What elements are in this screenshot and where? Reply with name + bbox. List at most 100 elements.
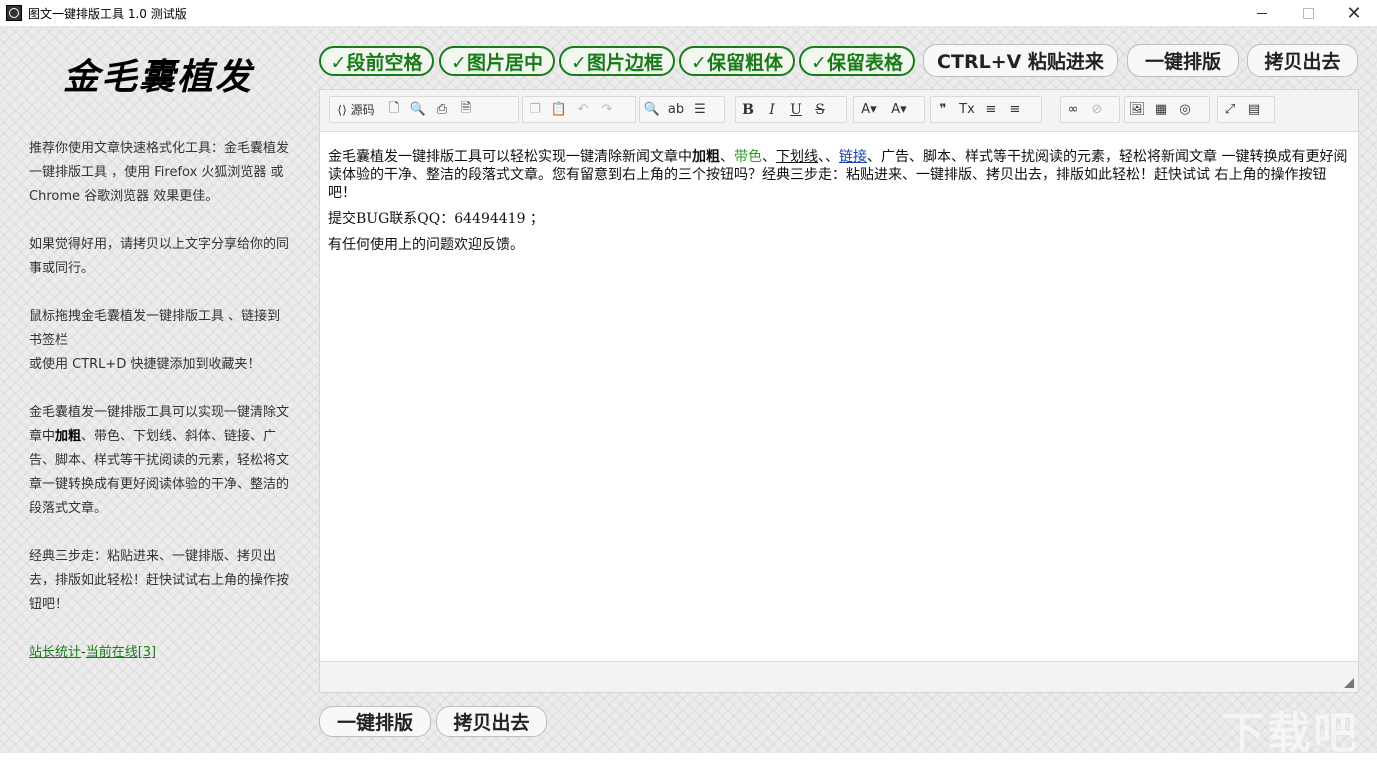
logo: 金毛囊植发 bbox=[62, 56, 253, 98]
unlink-icon: ⊘ bbox=[1091, 102, 1103, 117]
undo-icon: ↶ bbox=[577, 102, 589, 117]
quote-button[interactable]: ❞ bbox=[931, 97, 955, 122]
content-bold: 加粗 bbox=[692, 149, 720, 165]
select-all-button[interactable]: ☰ bbox=[688, 97, 712, 122]
sidebar-para-bookmark: 鼠标拖拽金毛囊植发一键排版工具 、链接到书签栏 或使用 CTRL+D 快捷键添加… bbox=[29, 305, 291, 377]
sidebar-para-recommend: 推荐你使用文章快速格式化工具：金毛囊植发一键排版工具 ，使用 Firefox 火… bbox=[29, 141, 290, 204]
content-paragraph-3: 有任何使用上的问题欢迎反馈。 bbox=[328, 237, 524, 253]
find-icon: 🔍 bbox=[643, 102, 661, 117]
source-label: 源码 bbox=[350, 103, 375, 117]
show-blocks-button[interactable]: ▤ bbox=[1242, 97, 1266, 122]
toolbar-group-insert: 🖼 ▦ ◎ bbox=[1124, 96, 1210, 123]
toolbar-group-style: B I U S bbox=[735, 96, 847, 123]
content-link[interactable]: 链接 bbox=[839, 149, 867, 165]
features-bold: 加粗 bbox=[55, 429, 82, 444]
underline-icon: U bbox=[790, 101, 802, 118]
redo-icon: ↷ bbox=[601, 102, 613, 117]
close-icon: ✕ bbox=[1346, 2, 1362, 24]
iframe-button[interactable]: ◎ bbox=[1173, 97, 1197, 122]
print-button[interactable]: ⎙ bbox=[430, 97, 454, 122]
content-green: 带色 bbox=[734, 149, 762, 165]
globe-icon: ◎ bbox=[1179, 102, 1191, 117]
show-blocks-icon: ▤ bbox=[1247, 102, 1261, 117]
toggle-center-image-button[interactable]: ✓图片居中 bbox=[439, 46, 555, 76]
toggle-keep-bold-button[interactable]: ✓保留粗体 bbox=[679, 46, 795, 76]
paste-button[interactable]: CTRL+V 粘贴进来 bbox=[923, 44, 1118, 77]
content-underline: 下划线 bbox=[776, 149, 818, 165]
toolbar-group-paragraph: ❞ Tx ≡ ≡ bbox=[930, 96, 1042, 123]
unlink-button[interactable]: ⊘ bbox=[1085, 97, 1109, 122]
minimize-icon bbox=[1257, 12, 1267, 14]
remove-format-icon: Tx bbox=[959, 102, 975, 117]
paste-tool-button[interactable]: 📋 bbox=[547, 97, 571, 122]
format-button[interactable]: 一键排版 bbox=[1127, 44, 1239, 77]
bg-color-button[interactable]: A▾ bbox=[884, 97, 914, 122]
toggle-indent-button[interactable]: ✓段前空格 bbox=[319, 46, 434, 76]
replace-button[interactable]: ab bbox=[664, 97, 688, 122]
source-icon: ⟨⟩ bbox=[337, 102, 347, 117]
copy-button[interactable]: ❐ bbox=[523, 97, 547, 122]
find-button[interactable]: 🔍 bbox=[640, 97, 664, 122]
remove-format-button[interactable]: Tx bbox=[955, 97, 979, 122]
replace-icon: ab bbox=[667, 102, 685, 117]
toolbar-group-clipboard: ❐ 📋 ↶ ↷ bbox=[522, 96, 636, 123]
stats-link[interactable]: 站长统计 bbox=[29, 645, 81, 660]
align-right-button[interactable]: ≡ bbox=[1003, 97, 1027, 122]
shortcut-text: 或使用 CTRL+D 快捷键添加到收藏夹！ bbox=[29, 357, 261, 372]
preview-button[interactable]: 🔍 bbox=[406, 97, 430, 122]
bottom-copy-out-button[interactable]: 拷贝出去 bbox=[436, 706, 547, 737]
resize-handle-icon[interactable] bbox=[1344, 678, 1354, 688]
redo-button[interactable]: ↷ bbox=[595, 97, 619, 122]
toggle-keep-table-button[interactable]: ✓保留表格 bbox=[799, 46, 915, 76]
new-document-button[interactable]: 🗋 bbox=[382, 97, 406, 122]
bold-button[interactable]: B bbox=[736, 97, 760, 122]
maximize-editor-icon: ⤢ bbox=[1224, 102, 1236, 117]
italic-button[interactable]: I bbox=[760, 97, 784, 122]
table-icon: ▦ bbox=[1154, 102, 1168, 117]
content-sep: 、、 bbox=[818, 149, 839, 165]
font-color-button[interactable]: A▾ bbox=[854, 97, 884, 122]
source-button[interactable]: ⟨⟩ 源码 bbox=[330, 97, 382, 122]
template-button[interactable]: 🗎 bbox=[454, 97, 478, 122]
strike-icon: S bbox=[815, 101, 825, 118]
underline-button[interactable]: U bbox=[784, 97, 808, 122]
align-left-icon: ≡ bbox=[985, 102, 997, 117]
content-sep: 、 bbox=[720, 149, 734, 165]
toolbar-group-find: 🔍 ab ☰ bbox=[639, 96, 725, 123]
watermark: 下载吧 bbox=[1221, 708, 1359, 759]
preview-icon: 🔍 bbox=[409, 102, 427, 117]
quote-icon: ❞ bbox=[939, 102, 947, 117]
maximize-button[interactable] bbox=[1285, 0, 1331, 26]
close-button[interactable]: ✕ bbox=[1331, 0, 1377, 26]
editor-content[interactable]: 金毛囊植发一键排版工具可以轻松实现一键清除新闻文章中加粗、带色、下划线、、链接、… bbox=[328, 148, 1348, 262]
sidebar-para-features: 金毛囊植发一键排版工具可以实现一键清除文章中加粗、带色、下划线、斜体、链接、广告… bbox=[29, 401, 291, 521]
toggle-image-border-button[interactable]: ✓图片边框 bbox=[559, 46, 675, 76]
bg-color-icon: A▾ bbox=[891, 102, 907, 117]
window-title: 图文一键排版工具 1.0 测试版 bbox=[28, 6, 187, 21]
sidebar-para-share: 如果觉得好用，请拷贝以上文字分享给你的同事或同行。 bbox=[29, 237, 290, 276]
content-sep: 、 bbox=[762, 149, 776, 165]
image-button[interactable]: 🖼 bbox=[1125, 97, 1149, 122]
editor: ⟨⟩ 源码 🗋 🔍 ⎙ 🗎 ❐ 📋 ↶ ↷ 🔍 ab ☰ B I U S A▾ … bbox=[319, 89, 1359, 693]
align-left-button[interactable]: ≡ bbox=[979, 97, 1003, 122]
strike-button[interactable]: S bbox=[808, 97, 832, 122]
table-button[interactable]: ▦ bbox=[1149, 97, 1173, 122]
italic-icon: I bbox=[769, 101, 775, 118]
sidebar: 金毛囊植发 推荐你使用文章快速格式化工具：金毛囊植发一键排版工具 ，使用 Fir… bbox=[0, 27, 312, 753]
font-color-icon: A▾ bbox=[861, 102, 877, 117]
toolbar-group-link: ∞ ⊘ bbox=[1060, 96, 1120, 123]
content-paragraph-1: 金毛囊植发一键排版工具可以轻松实现一键清除新闻文章中加粗、带色、下划线、、链接、… bbox=[328, 148, 1348, 202]
toolbar-group-document: ⟨⟩ 源码 🗋 🔍 ⎙ 🗎 bbox=[329, 96, 519, 123]
paste-icon: 📋 bbox=[550, 102, 568, 117]
online-count-link[interactable]: 当前在线[3] bbox=[86, 645, 156, 660]
maximize-editor-button[interactable]: ⤢ bbox=[1218, 97, 1242, 122]
editor-toolbar: ⟨⟩ 源码 🗋 🔍 ⎙ 🗎 ❐ 📋 ↶ ↷ 🔍 ab ☰ B I U S A▾ … bbox=[320, 90, 1358, 132]
link-button[interactable]: ∞ bbox=[1061, 97, 1085, 122]
minimize-button[interactable] bbox=[1239, 0, 1285, 26]
title-bar: 图文一键排版工具 1.0 测试版 ✕ bbox=[0, 0, 1377, 27]
bottom-format-button[interactable]: 一键排版 bbox=[319, 706, 431, 737]
editor-statusbar bbox=[320, 661, 1358, 692]
maximize-icon bbox=[1302, 7, 1314, 19]
copy-out-button[interactable]: 拷贝出去 bbox=[1247, 44, 1358, 77]
undo-button[interactable]: ↶ bbox=[571, 97, 595, 122]
